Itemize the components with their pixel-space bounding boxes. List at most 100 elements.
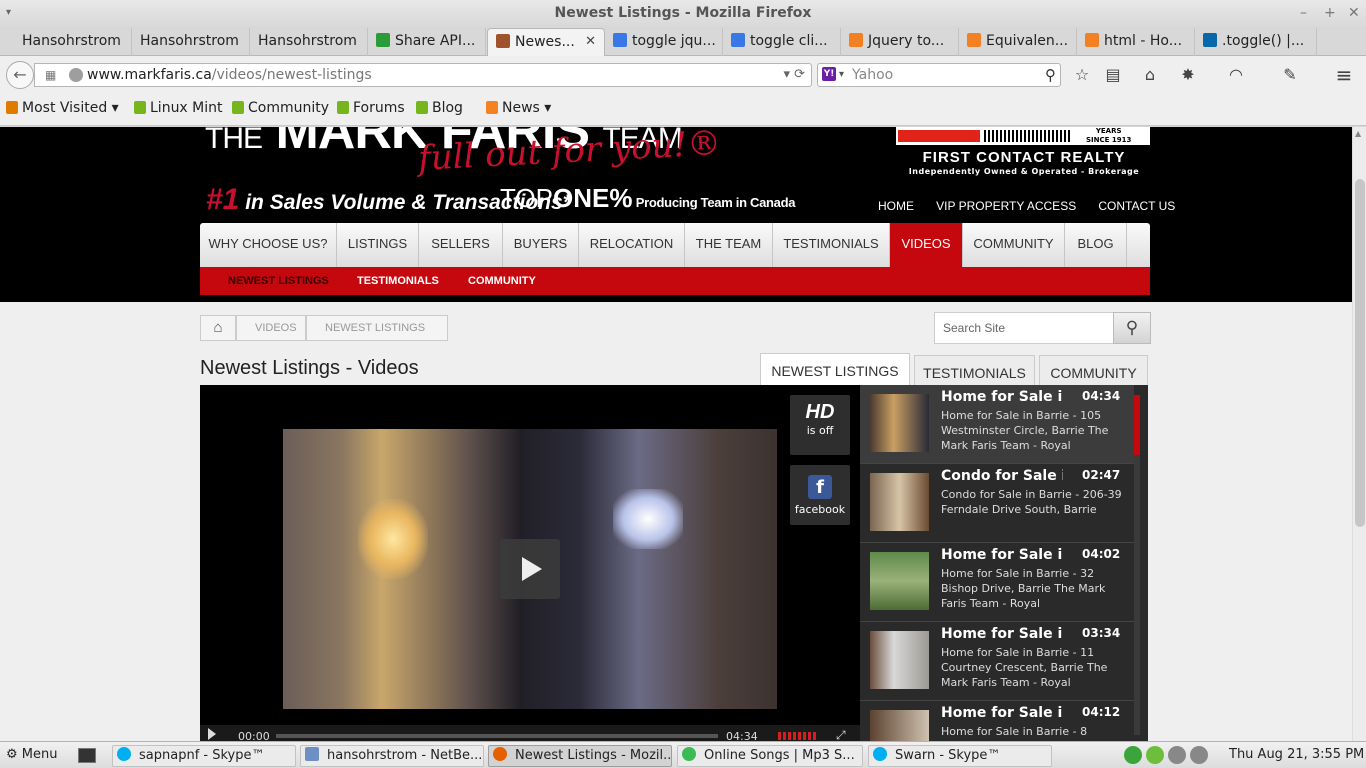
playlist-item[interactable]: Home for Sale in 04:12 Home for Sale in … bbox=[860, 701, 1134, 741]
terminal-icon[interactable] bbox=[78, 748, 96, 763]
tab-share-api[interactable]: Share API... bbox=[368, 28, 486, 56]
site-search-input[interactable]: Search Site bbox=[934, 312, 1114, 344]
minimize-icon[interactable]: – bbox=[1300, 0, 1307, 26]
video-tab-testimonials[interactable]: TESTIMONIALS bbox=[914, 355, 1035, 389]
clock[interactable]: Thu Aug 21, 3:55 PM bbox=[1229, 745, 1364, 765]
bookmark-community[interactable]: Community bbox=[232, 100, 329, 116]
start-menu-button[interactable]: ⚙ Menu bbox=[6, 745, 57, 767]
page-scrollbar[interactable]: ▲ bbox=[1352, 127, 1366, 741]
tab-label: Hansohrstrom bbox=[258, 33, 357, 49]
volume-slider[interactable] bbox=[778, 732, 818, 740]
tab-jquery-toggle-docs[interactable]: .toggle() |... bbox=[1195, 28, 1317, 56]
nav-the-team[interactable]: THE TEAM bbox=[685, 223, 773, 267]
video-player[interactable]: HD is off f facebook 00:00 04:34 ⤢ bbox=[200, 385, 860, 741]
bookmark-star-icon[interactable]: ☆ bbox=[1072, 65, 1092, 85]
menu-icon[interactable]: ≡ bbox=[1334, 65, 1354, 85]
video-tab-community[interactable]: COMMUNITY bbox=[1039, 355, 1148, 389]
update-manager-icon[interactable] bbox=[1124, 746, 1142, 764]
nav-buyers[interactable]: BUYERS bbox=[503, 223, 579, 267]
nav-listings[interactable]: LISTINGS bbox=[337, 223, 419, 267]
tab-close-icon[interactable]: ✕ bbox=[585, 29, 596, 55]
bookmark-forums[interactable]: Forums bbox=[337, 100, 405, 116]
facebook-icon: f bbox=[808, 475, 832, 499]
playlist-item[interactable]: Home for Sale in 03:34 Home for Sale in … bbox=[860, 622, 1134, 701]
shield-icon[interactable] bbox=[1146, 746, 1164, 764]
subnav-testimonials[interactable]: TESTIMONIALS bbox=[357, 267, 439, 295]
top-link-vip[interactable]: VIP PROPERTY ACCESS bbox=[936, 199, 1076, 213]
bookmark-blog[interactable]: Blog bbox=[416, 100, 463, 116]
bookmark-linux-mint[interactable]: Linux Mint bbox=[134, 100, 223, 116]
control-play-icon[interactable] bbox=[208, 728, 216, 740]
nav-community[interactable]: COMMUNITY bbox=[963, 223, 1065, 267]
playlist-duration: 03:34 bbox=[1082, 626, 1121, 640]
url-history-reload-icon[interactable]: ▾ ⟳ bbox=[783, 64, 805, 86]
search-icon[interactable]: ⚲ bbox=[1045, 64, 1056, 86]
tab-jquery-to[interactable]: Jquery to... bbox=[841, 28, 959, 56]
tab-html-how[interactable]: html - Ho... bbox=[1077, 28, 1195, 56]
nav-videos[interactable]: VIDEOS bbox=[890, 223, 963, 267]
home-icon[interactable]: ⌂ bbox=[1140, 65, 1160, 85]
page-identity-icon[interactable]: ▦ bbox=[45, 68, 59, 82]
nav-testimonials[interactable]: TESTIMONIALS bbox=[773, 223, 890, 267]
bookmark-label: Forums bbox=[353, 100, 405, 116]
brokerage-logo[interactable]: YEARS SINCE 1913 FIRST CONTACT REALTY Ind… bbox=[896, 127, 1150, 177]
subnav-newest-listings[interactable]: NEWEST LISTINGS bbox=[228, 267, 329, 295]
subnav-community[interactable]: COMMUNITY bbox=[468, 267, 536, 295]
bookmark-most-visited[interactable]: Most Visited ▾ bbox=[6, 100, 119, 116]
yahoo-icon[interactable]: Y! bbox=[822, 67, 836, 81]
addon-rainbow-icon[interactable]: ◠ bbox=[1226, 65, 1246, 85]
breadcrumb-home-icon[interactable]: ⌂ bbox=[200, 315, 236, 341]
tab-newest-listings[interactable]: Newes... ✕ bbox=[487, 28, 605, 56]
taskbar-chrome-songs[interactable]: Online Songs | Mp3 S... bbox=[677, 745, 863, 767]
tab-hansohrstrom-1[interactable]: Hansohrstrom bbox=[14, 28, 132, 56]
bookmark-news[interactable]: News ▾ bbox=[486, 100, 551, 116]
tab-toggle-jquery[interactable]: toggle jqu... bbox=[605, 28, 723, 56]
tab-toggle-click[interactable]: toggle cli... bbox=[723, 28, 841, 56]
progress-bar[interactable] bbox=[276, 734, 718, 738]
taskbar-firefox[interactable]: Newest Listings - Mozil... bbox=[488, 745, 672, 767]
video-tab-newest-listings[interactable]: NEWEST LISTINGS bbox=[760, 353, 910, 389]
taskbar-netbeans[interactable]: hansohrstrom - NetBe... bbox=[300, 745, 484, 767]
close-icon[interactable]: ✕ bbox=[1348, 0, 1360, 26]
nav-relocation[interactable]: RELOCATION bbox=[579, 223, 685, 267]
search-engine-dropdown-icon[interactable]: ▾ bbox=[839, 64, 844, 86]
system-tray bbox=[1124, 746, 1212, 768]
back-button[interactable]: ← bbox=[6, 61, 34, 89]
playlist-scrollbar[interactable] bbox=[1134, 395, 1140, 735]
top-link-contact[interactable]: CONTACT US bbox=[1098, 199, 1175, 213]
facebook-share-button[interactable]: f facebook bbox=[790, 465, 850, 525]
scroll-up-icon[interactable]: ▲ bbox=[1355, 129, 1361, 138]
top-link-home[interactable]: HOME bbox=[878, 199, 914, 213]
tab-label: Hansohrstrom bbox=[140, 33, 239, 49]
tab-equivalent[interactable]: Equivalen... bbox=[959, 28, 1077, 56]
search-bar[interactable]: Y! ▾ Yahoo ⚲ bbox=[817, 63, 1061, 87]
network-icon[interactable] bbox=[1190, 746, 1208, 764]
window-menu-arrow-icon[interactable]: ▾ bbox=[6, 0, 11, 26]
total-time: 04:34 bbox=[726, 730, 758, 741]
volume-icon[interactable] bbox=[1168, 746, 1186, 764]
play-button[interactable] bbox=[500, 539, 560, 599]
addon-bug-icon[interactable]: ✸ bbox=[1178, 65, 1198, 85]
playlist-item[interactable]: Home for Sale in 04:34 Home for Sale in … bbox=[860, 385, 1134, 464]
taskbar-skype-swarn[interactable]: Swarn - Skype™ bbox=[868, 745, 1052, 767]
page-scroll-thumb[interactable] bbox=[1355, 179, 1365, 527]
site-search-button[interactable]: ⚲ bbox=[1113, 312, 1151, 344]
breadcrumb-newest-listings[interactable]: NEWEST LISTINGS bbox=[306, 315, 448, 341]
nav-why-choose-us[interactable]: WHY CHOOSE US? bbox=[200, 223, 337, 267]
tab-hansohrstrom-3[interactable]: Hansohrstrom bbox=[250, 28, 368, 56]
playlist-item[interactable]: Condo for Sale in 02:47 Condo for Sale i… bbox=[860, 464, 1134, 543]
taskbar-skype-sapnapnf[interactable]: sapnapnf - Skype™ bbox=[112, 745, 296, 767]
addon-pen-icon[interactable]: ✎ bbox=[1280, 65, 1300, 85]
maximize-icon[interactable]: + bbox=[1324, 0, 1336, 26]
tab-hansohrstrom-2[interactable]: Hansohrstrom bbox=[132, 28, 250, 56]
nav-sellers[interactable]: SELLERS bbox=[419, 223, 503, 267]
nav-blog[interactable]: BLOG bbox=[1065, 223, 1127, 267]
stackoverflow-icon bbox=[1085, 33, 1099, 47]
breadcrumb-videos[interactable]: VIDEOS bbox=[236, 315, 306, 341]
playlist-item[interactable]: Home for Sale in 04:02 Home for Sale in … bbox=[860, 543, 1134, 622]
url-bar[interactable]: ▦ www.markfaris.ca/videos/newest-listing… bbox=[34, 63, 812, 87]
hd-toggle-button[interactable]: HD is off bbox=[790, 395, 850, 455]
playlist-scroll-thumb[interactable] bbox=[1134, 395, 1140, 455]
bookmarks-list-icon[interactable]: ▤ bbox=[1103, 65, 1123, 85]
fullscreen-icon[interactable]: ⤢ bbox=[836, 728, 846, 741]
